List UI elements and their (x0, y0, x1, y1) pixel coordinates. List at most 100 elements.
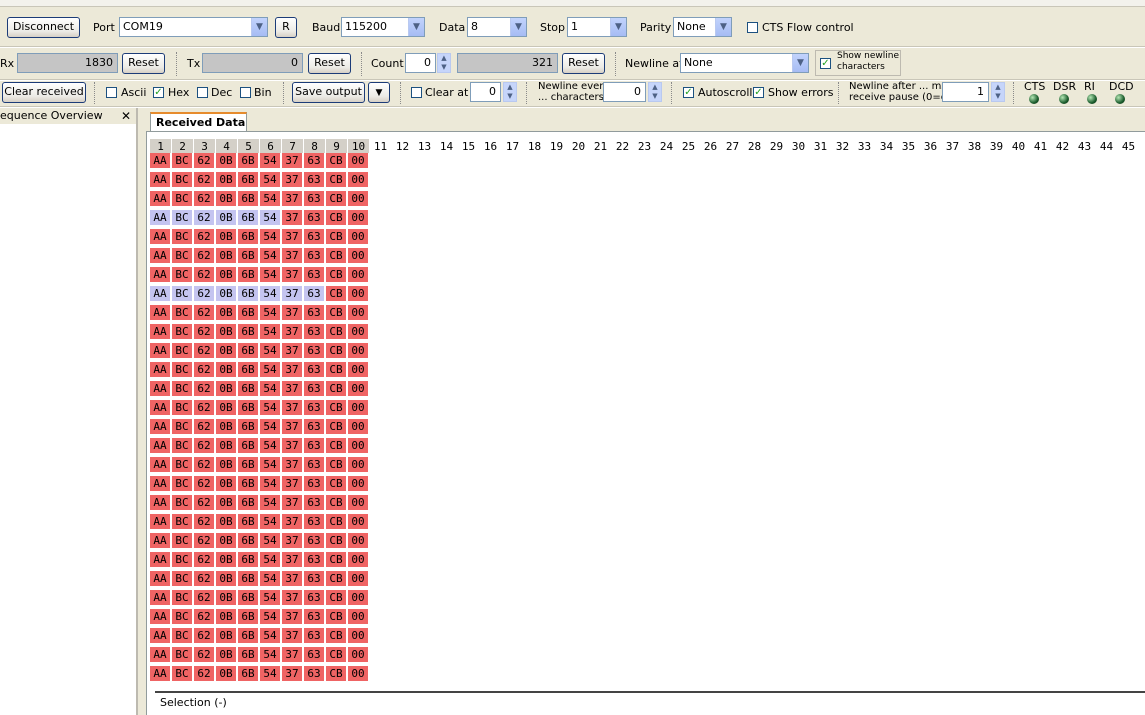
byte-cell[interactable]: 00 (348, 286, 369, 302)
byte-cell[interactable]: 54 (260, 514, 281, 530)
byte-cell[interactable]: 00 (348, 248, 369, 264)
byte-cell[interactable]: 6B (238, 476, 259, 492)
byte-cell[interactable]: 00 (348, 666, 369, 682)
byte-cell[interactable]: 00 (348, 381, 369, 397)
byte-cell[interactable]: 54 (260, 210, 281, 226)
byte-cell[interactable]: CB (326, 666, 347, 682)
byte-cell[interactable]: 63 (304, 571, 325, 587)
byte-cell[interactable]: 37 (282, 666, 303, 682)
data-row[interactable]: AA BC 62 0B 6B 54 37 63 CB 00 (150, 153, 370, 169)
byte-cell[interactable]: 37 (282, 400, 303, 416)
byte-cell[interactable]: 00 (348, 571, 369, 587)
byte-cell[interactable]: 54 (260, 305, 281, 321)
byte-cell[interactable]: 54 (260, 229, 281, 245)
byte-cell[interactable]: 00 (348, 172, 369, 188)
byte-cell[interactable]: 62 (194, 191, 215, 207)
byte-cell[interactable]: 63 (304, 210, 325, 226)
byte-cell[interactable]: AA (150, 305, 171, 321)
byte-cell[interactable]: 63 (304, 666, 325, 682)
byte-cell[interactable]: 37 (282, 381, 303, 397)
byte-cell[interactable]: 37 (282, 628, 303, 644)
byte-cell[interactable]: BC (172, 153, 193, 169)
byte-cell[interactable]: BC (172, 495, 193, 511)
byte-cell[interactable]: 62 (194, 229, 215, 245)
port-select[interactable]: COM19 ▼ (119, 17, 268, 37)
byte-cell[interactable]: AA (150, 229, 171, 245)
byte-cell[interactable]: BC (172, 628, 193, 644)
byte-cell[interactable]: 0B (216, 666, 237, 682)
byte-cell[interactable]: 54 (260, 153, 281, 169)
byte-cell[interactable]: 0B (216, 286, 237, 302)
autoscroll-checkbox[interactable]: ✓ (683, 87, 694, 98)
byte-cell[interactable]: 62 (194, 172, 215, 188)
byte-cell[interactable]: 0B (216, 172, 237, 188)
byte-cell[interactable]: 00 (348, 191, 369, 207)
byte-cell[interactable]: AA (150, 286, 171, 302)
save-output-dropdown[interactable]: ▼ (368, 82, 390, 103)
byte-cell[interactable]: AA (150, 191, 171, 207)
byte-cell[interactable]: AA (150, 552, 171, 568)
byte-cell[interactable]: 62 (194, 381, 215, 397)
byte-cell[interactable]: BC (172, 324, 193, 340)
byte-cell[interactable]: 62 (194, 666, 215, 682)
data-bits-select[interactable]: 8 ▼ (467, 17, 527, 37)
byte-cell[interactable]: 63 (304, 267, 325, 283)
byte-cell[interactable]: 0B (216, 267, 237, 283)
cts-flow-checkbox[interactable] (747, 22, 758, 33)
rx-reset-button[interactable]: Reset (122, 53, 165, 74)
byte-cell[interactable]: AA (150, 476, 171, 492)
byte-cell[interactable]: 00 (348, 628, 369, 644)
byte-cell[interactable]: 54 (260, 457, 281, 473)
save-output-button[interactable]: Save output (292, 82, 365, 103)
byte-cell[interactable]: CB (326, 438, 347, 454)
data-row[interactable]: AA BC 62 0B 6B 54 37 63 CB 00 (150, 609, 370, 625)
byte-cell[interactable]: AA (150, 571, 171, 587)
byte-cell[interactable]: 6B (238, 419, 259, 435)
byte-cell[interactable]: 63 (304, 419, 325, 435)
byte-cell[interactable]: 63 (304, 609, 325, 625)
byte-cell[interactable]: BC (172, 172, 193, 188)
byte-cell[interactable]: CB (326, 647, 347, 663)
byte-cell[interactable]: 37 (282, 647, 303, 663)
byte-cell[interactable]: 37 (282, 362, 303, 378)
byte-cell[interactable]: BC (172, 248, 193, 264)
byte-cell[interactable]: BC (172, 514, 193, 530)
byte-cell[interactable]: CB (326, 305, 347, 321)
byte-cell[interactable]: 6B (238, 305, 259, 321)
byte-cell[interactable]: 0B (216, 362, 237, 378)
byte-cell[interactable]: CB (326, 286, 347, 302)
data-row[interactable]: AA BC 62 0B 6B 54 37 63 CB 00 (150, 362, 370, 378)
byte-cell[interactable]: 62 (194, 590, 215, 606)
data-row[interactable]: AA BC 62 0B 6B 54 37 63 CB 00 (150, 419, 370, 435)
disconnect-button[interactable]: Disconnect (7, 17, 80, 38)
byte-cell[interactable]: 0B (216, 590, 237, 606)
byte-cell[interactable]: 6B (238, 514, 259, 530)
byte-cell[interactable]: 54 (260, 191, 281, 207)
byte-cell[interactable]: 54 (260, 381, 281, 397)
byte-cell[interactable]: BC (172, 267, 193, 283)
byte-cell[interactable]: BC (172, 305, 193, 321)
byte-cell[interactable]: 54 (260, 400, 281, 416)
byte-cell[interactable]: 00 (348, 514, 369, 530)
newline-after-spinner[interactable]: ▲ ▼ (991, 82, 1005, 102)
byte-cell[interactable]: 6B (238, 343, 259, 359)
byte-cell[interactable]: 0B (216, 381, 237, 397)
byte-cell[interactable]: 63 (304, 457, 325, 473)
byte-cell[interactable]: 54 (260, 590, 281, 606)
byte-cell[interactable]: CB (326, 210, 347, 226)
byte-cell[interactable]: 37 (282, 286, 303, 302)
byte-cell[interactable]: 6B (238, 533, 259, 549)
ascii-checkbox[interactable] (106, 87, 117, 98)
byte-cell[interactable]: 00 (348, 476, 369, 492)
byte-cell[interactable]: 63 (304, 533, 325, 549)
byte-cell[interactable]: 63 (304, 343, 325, 359)
count-spinner[interactable]: ▲ ▼ (437, 53, 451, 73)
stop-bits-select[interactable]: 1 ▼ (567, 17, 627, 37)
byte-cell[interactable]: AA (150, 495, 171, 511)
byte-cell[interactable]: AA (150, 666, 171, 682)
byte-cell[interactable]: 54 (260, 609, 281, 625)
byte-cell[interactable]: 6B (238, 571, 259, 587)
count-input[interactable]: 0 (405, 53, 436, 73)
hex-checkbox[interactable]: ✓ (153, 87, 164, 98)
byte-cell[interactable]: 6B (238, 191, 259, 207)
